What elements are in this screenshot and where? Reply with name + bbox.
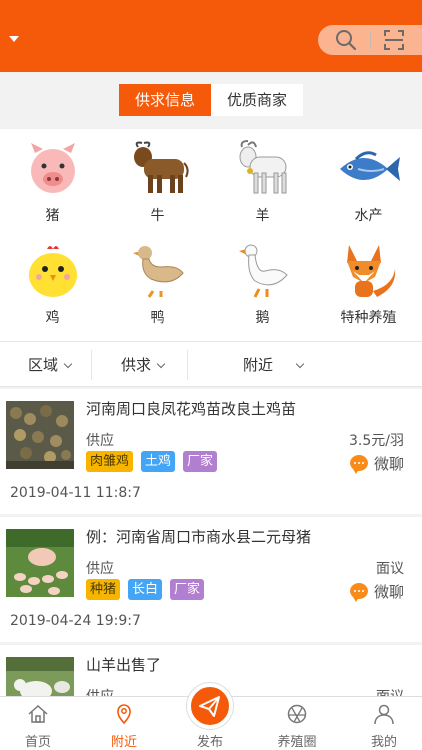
chat-bubble-icon	[349, 455, 368, 474]
listing-date: 2019-04-24 19:9:7	[10, 613, 141, 629]
filter-divider	[187, 350, 188, 380]
nav-mine[interactable]: 我的	[342, 697, 422, 750]
filter-divider	[91, 350, 92, 380]
chevron-down-icon	[63, 359, 73, 369]
category-duck[interactable]: 鸭	[105, 231, 210, 331]
pigs-photo	[6, 529, 74, 597]
fox-icon	[346, 245, 395, 297]
location-pin-icon	[117, 704, 131, 725]
goat-icon	[239, 140, 286, 194]
category-label: 水产	[354, 208, 383, 224]
filter-supply-demand[interactable]: 供求	[121, 342, 166, 388]
tag-badge: 厂家	[170, 579, 205, 600]
tag-badge: 长白	[128, 579, 163, 600]
listing-type: 供应	[86, 433, 114, 449]
header-actions	[318, 25, 422, 55]
top-header	[0, 0, 422, 72]
chevron-down-icon	[156, 359, 166, 369]
category-label: 羊	[255, 208, 270, 224]
category-goat[interactable]: 羊	[210, 129, 315, 229]
nav-home[interactable]: 首页	[0, 697, 80, 750]
chicken-icon	[28, 246, 77, 297]
category-grid: 猪 牛 羊 水产 鸡 鸭 鹅 特种养殖	[0, 129, 422, 341]
tab-supply-demand[interactable]: 供求信息	[119, 84, 211, 116]
user-icon	[374, 704, 394, 725]
listing-price: 面议	[376, 686, 404, 696]
category-pig[interactable]: 猪	[0, 129, 105, 229]
listing-type: 供应	[86, 561, 114, 577]
tag-badge: 厂家	[183, 451, 218, 472]
category-label: 猪	[45, 208, 60, 224]
category-label: 特种养殖	[340, 310, 397, 326]
nav-label: 发布	[196, 735, 223, 750]
header-divider	[370, 31, 371, 49]
filter-region[interactable]: 区域	[28, 342, 73, 388]
listing-thumbnail-goats	[6, 657, 74, 696]
app-screen: 供求信息 优质商家 猪 牛 羊 水产 鸡 鸭 鹅 特种养殖 区域 供求 附近 河…	[0, 0, 422, 750]
goats-photo	[6, 657, 74, 696]
search-icon[interactable]	[334, 28, 358, 52]
listing-price: 面议	[376, 561, 404, 577]
paper-plane-icon	[199, 696, 220, 717]
listing-title[interactable]: 河南周口良凤花鸡苗改良土鸡苗	[86, 398, 336, 419]
cattle-icon	[133, 141, 189, 193]
chevron-down-icon	[295, 359, 305, 369]
filter-label: 供求	[121, 356, 152, 374]
nav-nearby[interactable]: 附近	[82, 697, 166, 750]
category-special-breeding[interactable]: 特种养殖	[316, 231, 421, 331]
filter-label: 区域	[28, 356, 59, 374]
nav-label: 附近	[110, 735, 137, 750]
listing-type: 供应	[86, 686, 114, 696]
listing-list: 河南周口良凤花鸡苗改良土鸡苗 供应 3.5元/羽 肉雏鸡 土鸡 厂家 微聊 2019…	[0, 389, 422, 696]
chat-button[interactable]: 微聊	[349, 581, 404, 603]
tab-switch: 供求信息 优质商家	[0, 72, 422, 129]
tab-quality-merchants[interactable]: 优质商家	[211, 84, 303, 116]
listing-price: 3.5元/羽	[349, 433, 404, 449]
chat-bubble-icon	[349, 583, 368, 602]
caret-down-icon[interactable]	[9, 36, 19, 42]
list-item[interactable]: 例：河南省周口市商水县二元母猪 供应 面议 种猪 长白 厂家 微聊 2019-04-…	[0, 517, 422, 642]
category-goose[interactable]: 鹅	[210, 231, 315, 331]
pig-icon	[30, 143, 75, 193]
listing-tags: 种猪 长白 厂家	[86, 578, 212, 600]
category-fish[interactable]: 水产	[316, 129, 421, 229]
chat-label: 微聊	[373, 455, 404, 473]
list-item[interactable]: 河南周口良凤花鸡苗改良土鸡苗 供应 3.5元/羽 肉雏鸡 土鸡 厂家 微聊 2019…	[0, 389, 422, 514]
scan-icon[interactable]	[382, 28, 406, 52]
listing-date: 2019-04-11 11:8:7	[10, 485, 141, 501]
nav-label: 我的	[370, 735, 397, 750]
nav-breeding-circle[interactable]: 养殖圈	[255, 697, 339, 750]
category-label: 鹅	[255, 310, 270, 326]
goose-icon	[238, 244, 288, 298]
chat-label: 微聊	[373, 583, 404, 601]
listing-thumbnail-pigs	[6, 529, 74, 597]
filter-label: 附近	[243, 356, 274, 374]
fish-icon	[339, 151, 400, 181]
duck-icon	[132, 246, 184, 298]
category-label: 鸭	[150, 310, 165, 326]
filter-nearby[interactable]: 附近	[243, 342, 305, 388]
filter-bar: 区域 供求 附近	[0, 341, 422, 387]
chicks-photo	[6, 401, 74, 469]
publish-button[interactable]	[187, 683, 233, 729]
nav-label: 养殖圈	[277, 735, 317, 750]
category-chicken[interactable]: 鸡	[0, 231, 105, 331]
listing-title[interactable]: 山羊出售了	[86, 654, 336, 675]
chat-button[interactable]: 微聊	[349, 453, 404, 475]
category-label: 牛	[150, 208, 165, 224]
listing-thumbnail-chicks	[6, 401, 74, 469]
aperture-icon	[287, 704, 307, 724]
tag-badge: 土鸡	[141, 451, 176, 472]
listing-tags: 肉雏鸡 土鸡 厂家	[86, 450, 225, 472]
nav-label: 首页	[24, 735, 51, 750]
tag-badge: 肉雏鸡	[86, 451, 134, 472]
listing-title[interactable]: 例：河南省周口市商水县二元母猪	[86, 526, 336, 547]
category-label: 鸡	[45, 310, 60, 326]
home-icon	[28, 704, 48, 723]
category-cattle[interactable]: 牛	[105, 129, 210, 229]
tag-badge: 种猪	[86, 579, 121, 600]
